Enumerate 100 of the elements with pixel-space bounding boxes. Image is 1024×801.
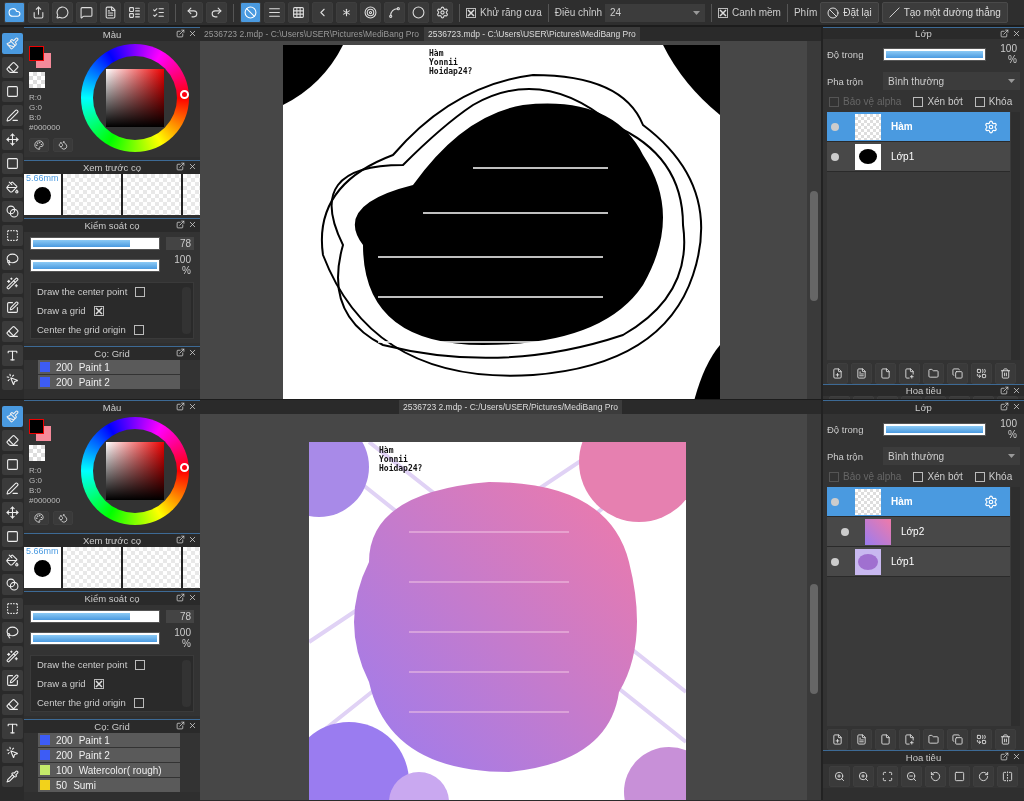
ruler-button[interactable] xyxy=(336,2,357,23)
checkbox[interactable] xyxy=(913,471,924,482)
straight-line-button[interactable]: Tạo một đường thẳng xyxy=(881,2,1008,23)
checkbox[interactable] xyxy=(133,324,144,335)
tool-button[interactable] xyxy=(1,670,23,691)
blend-dropdown[interactable]: Bình thường xyxy=(883,72,1020,90)
palette-button[interactable] xyxy=(29,138,49,152)
layer-action-button[interactable] xyxy=(995,728,1016,750)
tool-button[interactable] xyxy=(1,766,23,787)
toolbar-button[interactable] xyxy=(28,2,49,23)
brush-item[interactable]: 50 Sumi xyxy=(38,778,180,792)
tool-button[interactable] xyxy=(1,153,23,174)
tool-button[interactable] xyxy=(1,478,23,499)
transparent-swatch-icon[interactable] xyxy=(29,72,45,88)
close-icon[interactable] xyxy=(188,162,197,171)
layer-row[interactable]: Lớp1 xyxy=(827,142,1010,172)
layer-row[interactable]: Lớp2 xyxy=(827,517,1010,547)
tool-button[interactable] xyxy=(1,81,23,102)
toolbar-button[interactable] xyxy=(124,2,145,23)
tool-button[interactable] xyxy=(1,201,23,222)
layer-action-button[interactable] xyxy=(899,362,920,384)
tool-button[interactable] xyxy=(1,345,23,366)
reset-button[interactable]: Đặt lại xyxy=(820,2,879,23)
layer-action-button[interactable] xyxy=(827,728,848,750)
undock-icon[interactable] xyxy=(1000,402,1009,411)
checkbox[interactable] xyxy=(913,96,924,107)
ruler-button[interactable] xyxy=(312,2,333,23)
close-icon[interactable] xyxy=(188,402,197,411)
color-swatch-icon[interactable] xyxy=(29,46,51,68)
scrollbar-thumb[interactable] xyxy=(810,584,818,694)
tool-button[interactable] xyxy=(1,718,23,739)
tool-button[interactable] xyxy=(1,574,23,595)
tool-button[interactable] xyxy=(1,297,23,318)
scrollbar-thumb[interactable] xyxy=(810,191,818,301)
undock-icon[interactable] xyxy=(176,593,185,602)
visibility-icon[interactable] xyxy=(831,557,839,566)
checkbox[interactable] xyxy=(974,471,985,482)
tool-button[interactable] xyxy=(1,502,23,523)
tool-button[interactable] xyxy=(1,225,23,246)
document-tab[interactable]: 2536723 2.mdp - C:/Users/USER/Pictures/MediBang Pro xyxy=(399,400,622,414)
ruler-button[interactable] xyxy=(360,2,381,23)
layer-action-button[interactable] xyxy=(947,728,968,750)
undock-icon[interactable] xyxy=(1000,386,1009,395)
scrollbar[interactable] xyxy=(1011,487,1020,726)
ruler-button[interactable] xyxy=(432,2,453,23)
ruler-button[interactable] xyxy=(384,2,405,23)
close-icon[interactable] xyxy=(1012,29,1021,38)
toolbar-button[interactable] xyxy=(100,2,121,23)
tool-button[interactable] xyxy=(1,369,23,390)
blend-dropdown[interactable]: Bình thường xyxy=(883,447,1020,465)
layer-row[interactable]: Lớp1 xyxy=(827,547,1010,577)
layer-action-button[interactable] xyxy=(875,362,896,384)
scrollbar[interactable] xyxy=(1011,112,1020,360)
close-icon[interactable] xyxy=(1012,386,1021,395)
layer-action-button[interactable] xyxy=(827,362,848,384)
slider[interactable] xyxy=(30,237,160,250)
toolbar-button[interactable] xyxy=(52,2,73,23)
layer-action-button[interactable] xyxy=(923,728,944,750)
layer-action-button[interactable] xyxy=(995,362,1016,384)
layer-action-button[interactable] xyxy=(875,728,896,750)
undock-icon[interactable] xyxy=(1000,752,1009,761)
layer-action-button[interactable] xyxy=(851,362,872,384)
ruler-button[interactable] xyxy=(288,2,309,23)
layer-action-button[interactable] xyxy=(971,728,992,750)
checkbox[interactable] xyxy=(974,96,985,107)
checkbox[interactable] xyxy=(718,7,729,18)
tool-button[interactable] xyxy=(1,454,23,475)
layer-action-button[interactable] xyxy=(971,362,992,384)
hue-marker-icon[interactable] xyxy=(180,90,189,99)
visibility-icon[interactable] xyxy=(841,527,849,536)
brush-item[interactable]: 100 Watercolor( rough) xyxy=(38,763,180,777)
undo-button[interactable] xyxy=(182,2,203,23)
tool-button[interactable] xyxy=(1,177,23,198)
undock-icon[interactable] xyxy=(176,220,185,229)
brush-item[interactable]: 200 Paint 2 xyxy=(38,375,180,389)
layer-action-button[interactable] xyxy=(923,362,944,384)
color-swatch-icon[interactable] xyxy=(29,419,51,441)
undock-icon[interactable] xyxy=(176,721,185,730)
visibility-icon[interactable] xyxy=(831,152,839,161)
redo-button[interactable] xyxy=(206,2,227,23)
brush-item[interactable]: 200 Paint 1 xyxy=(38,733,180,747)
color-mix-button[interactable] xyxy=(53,138,73,152)
tool-button[interactable] xyxy=(1,526,23,547)
checkbox[interactable] xyxy=(466,7,476,18)
color-mix-button[interactable] xyxy=(53,511,73,525)
layer-action-button[interactable] xyxy=(947,362,968,384)
layer-action-button[interactable] xyxy=(851,728,872,750)
tool-button[interactable] xyxy=(1,129,23,150)
tool-button[interactable] xyxy=(1,646,23,667)
close-icon[interactable] xyxy=(188,29,197,38)
toolbar-button[interactable] xyxy=(76,2,97,23)
tool-button[interactable] xyxy=(1,694,23,715)
layer-action-button[interactable] xyxy=(899,728,920,750)
close-icon[interactable] xyxy=(188,535,197,544)
tool-button[interactable] xyxy=(1,622,23,643)
checkbox[interactable] xyxy=(93,678,104,689)
checkbox[interactable] xyxy=(135,659,146,670)
undock-icon[interactable] xyxy=(176,29,185,38)
adjust-dropdown[interactable]: 24 xyxy=(605,3,706,22)
toolbar-button[interactable] xyxy=(148,2,169,23)
